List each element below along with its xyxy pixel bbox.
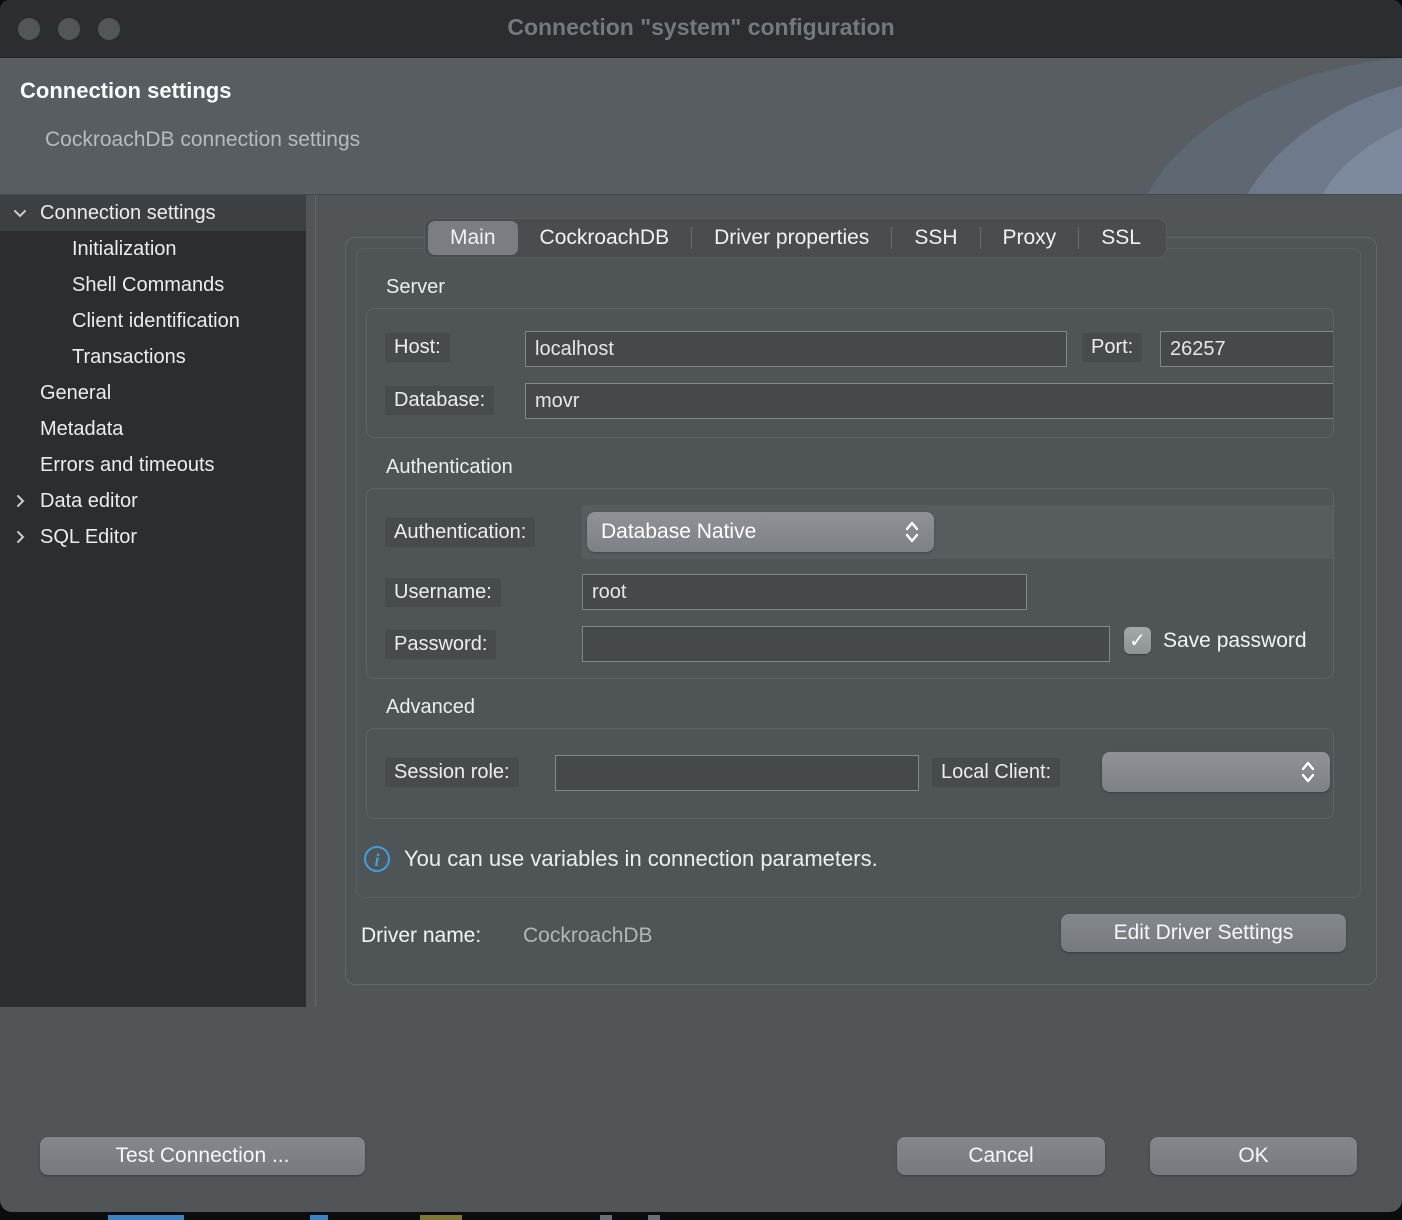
tab-main[interactable]: Main: [428, 221, 518, 255]
cancel-button[interactable]: Cancel: [897, 1137, 1105, 1175]
tab-proxy[interactable]: Proxy: [981, 221, 1079, 255]
sidebar-item-shell-commands[interactable]: Shell Commands: [0, 267, 306, 303]
decorative-swoosh: [1072, 58, 1402, 195]
session-role-input[interactable]: [555, 755, 919, 791]
tab-driver-properties[interactable]: Driver properties: [692, 221, 891, 255]
host-input[interactable]: [525, 331, 1067, 367]
test-connection-button[interactable]: Test Connection ...: [40, 1137, 365, 1175]
sidebar-item-label: Errors and timeouts: [40, 447, 215, 483]
sidebar-item-label: Shell Commands: [72, 267, 224, 303]
background-fragment: [108, 1215, 184, 1220]
tab-cockroachdb[interactable]: CockroachDB: [518, 221, 692, 255]
password-input[interactable]: [582, 626, 1110, 662]
driver-name-label: Driver name:: [361, 924, 481, 948]
edit-driver-settings-button[interactable]: Edit Driver Settings: [1061, 914, 1346, 952]
sidebar-item-label: Client identification: [72, 303, 240, 339]
sidebar-item-label: Data editor: [40, 483, 138, 519]
authentication-group-title: Authentication: [386, 456, 513, 479]
connection-dialog-window: Connection "system" configuration Connec…: [0, 0, 1402, 1212]
advanced-group: Session role: Local Client:: [366, 728, 1334, 819]
dialog-header: Connection settings CockroachDB connecti…: [0, 58, 1402, 195]
tab-bar: Main CockroachDB Driver properties SSH P…: [424, 218, 1167, 258]
checkmark-icon: ✓: [1129, 628, 1146, 653]
background-fragment: [600, 1215, 612, 1220]
database-input[interactable]: [525, 383, 1334, 419]
username-input[interactable]: [582, 574, 1027, 610]
save-password-checkbox[interactable]: ✓: [1124, 627, 1151, 654]
sidebar-item-data-editor[interactable]: Data editor: [0, 483, 306, 519]
authentication-label: Authentication:: [385, 518, 535, 547]
authentication-group: Authentication: Database Native Username…: [366, 488, 1334, 679]
local-client-label: Local Client:: [932, 758, 1060, 787]
background-fragment: [420, 1215, 462, 1220]
sidebar-item-metadata[interactable]: Metadata: [0, 411, 306, 447]
sidebar-item-label: SQL Editor: [40, 519, 137, 555]
sidebar-item-label: Transactions: [72, 339, 186, 375]
background-app-strip: [0, 1212, 1402, 1220]
sidebar-item-label: General: [40, 375, 111, 411]
host-label: Host:: [385, 333, 450, 362]
variables-hint-text: You can use variables in connection para…: [404, 846, 878, 872]
authentication-selected-value: Database Native: [601, 520, 904, 544]
chevron-right-icon[interactable]: [10, 527, 30, 547]
sidebar-item-client-identification[interactable]: Client identification: [0, 303, 306, 339]
database-label: Database:: [385, 386, 494, 415]
driver-name-value: CockroachDB: [523, 924, 653, 948]
chevron-right-icon[interactable]: [10, 491, 30, 511]
password-label: Password:: [385, 630, 496, 659]
sidebar-item-label: Metadata: [40, 411, 123, 447]
tab-ssh[interactable]: SSH: [892, 221, 979, 255]
sidebar-item-label: Connection settings: [40, 195, 216, 231]
background-fragment: [648, 1215, 660, 1220]
sidebar-item-label: Initialization: [72, 231, 177, 267]
select-arrows-icon: [904, 520, 920, 544]
settings-tree: Connection settings Initialization Shell…: [0, 195, 306, 1007]
window-title: Connection "system" configuration: [0, 14, 1402, 41]
server-group-title: Server: [386, 276, 445, 299]
sidebar-item-connection-settings[interactable]: Connection settings: [0, 195, 306, 231]
session-role-label: Session role:: [385, 758, 519, 787]
ok-button[interactable]: OK: [1150, 1137, 1357, 1175]
port-input[interactable]: [1160, 331, 1334, 367]
info-icon: i: [364, 846, 390, 872]
title-bar: Connection "system" configuration: [0, 0, 1402, 58]
chevron-down-icon[interactable]: [10, 203, 30, 223]
tab-ssl[interactable]: SSL: [1079, 221, 1163, 255]
server-group: Host: Port: Database:: [366, 308, 1334, 438]
sidebar-item-initialization[interactable]: Initialization: [0, 231, 306, 267]
sidebar-item-general[interactable]: General: [0, 375, 306, 411]
page-title: Connection settings: [20, 78, 231, 104]
background-fragment: [310, 1215, 328, 1220]
port-label: Port:: [1082, 333, 1142, 362]
save-password-label: Save password: [1163, 629, 1307, 653]
sidebar-splitter[interactable]: [315, 195, 316, 1007]
local-client-select[interactable]: [1102, 752, 1330, 792]
username-label: Username:: [385, 578, 501, 607]
authentication-select[interactable]: Database Native: [587, 512, 934, 552]
sidebar-item-transactions[interactable]: Transactions: [0, 339, 306, 375]
connection-settings-panel: Server Host: Port: Database: Authenticat…: [345, 237, 1377, 985]
select-arrows-icon: [1300, 760, 1316, 784]
sidebar-item-errors-and-timeouts[interactable]: Errors and timeouts: [0, 447, 306, 483]
sidebar-item-sql-editor[interactable]: SQL Editor: [0, 519, 306, 555]
page-subtitle: CockroachDB connection settings: [45, 128, 360, 152]
advanced-group-title: Advanced: [386, 696, 475, 719]
